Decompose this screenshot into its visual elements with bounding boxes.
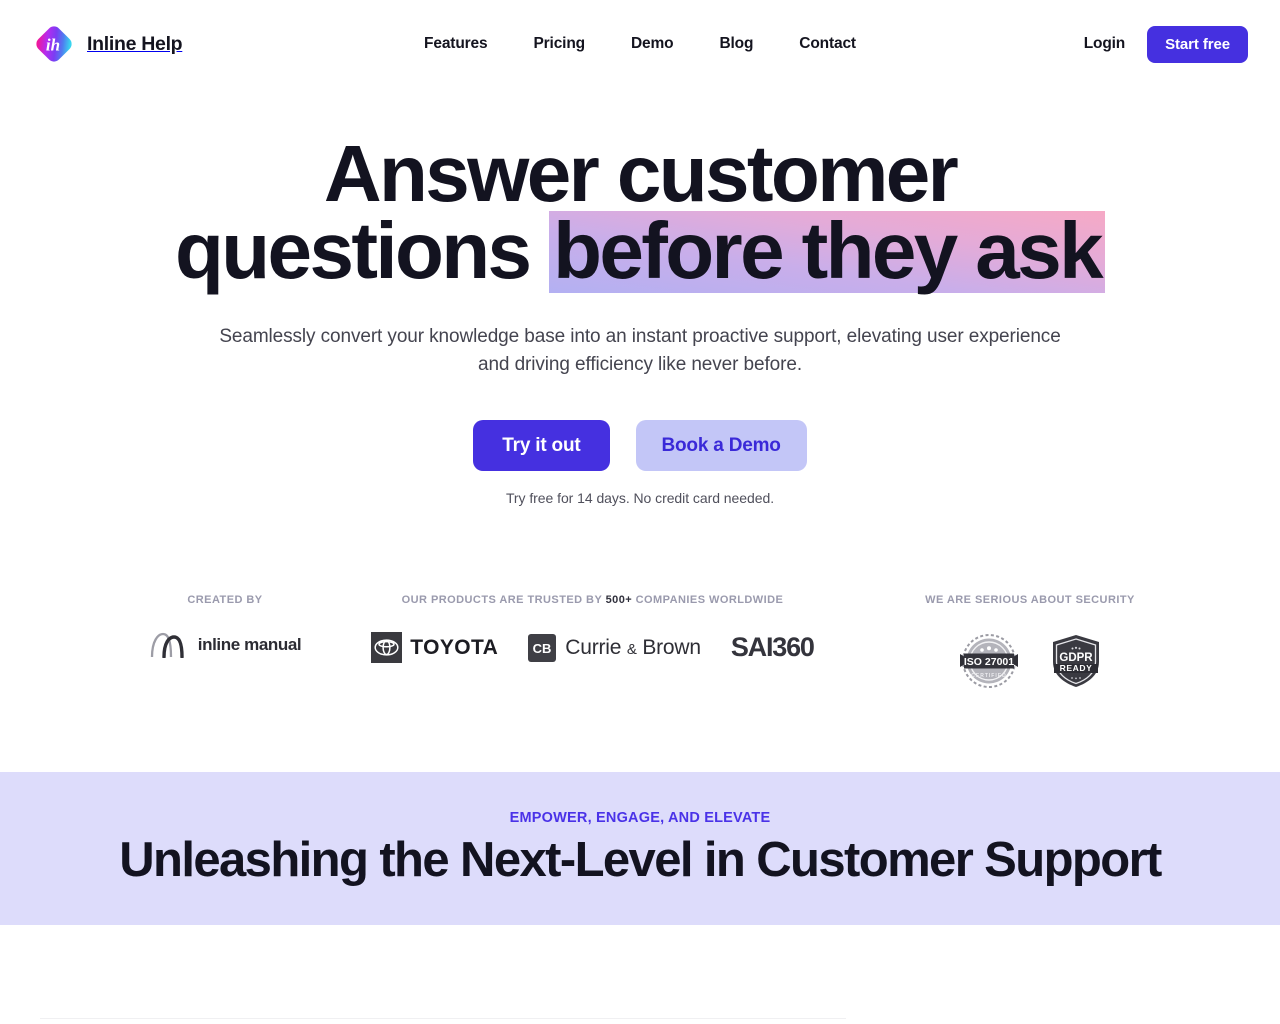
nav-item-features[interactable]: Features xyxy=(424,35,488,53)
security-badges: ISO 27001 CERTIFIED GDPR READY xyxy=(898,632,1163,695)
currie-brown-wordmark: Currie & Brown xyxy=(565,636,701,660)
inline-manual-mark-icon xyxy=(150,633,184,659)
empower-band: EMPOWER, ENGAGE, AND ELEVATE Unleashing … xyxy=(0,772,1280,925)
brand-name: Inline Help xyxy=(87,32,183,55)
hero-section: Answer customer questions before they as… xyxy=(0,88,1280,695)
trusted-by-label-pre: OUR PRODUCTS ARE TRUSTED BY xyxy=(401,594,606,607)
trusted-by-count: 500+ xyxy=(605,594,633,607)
iso-badge-title: ISO 27001 xyxy=(964,656,1014,668)
inline-manual-wordmark: inline manual xyxy=(197,635,302,655)
hero-title-line1: Answer customer xyxy=(323,129,959,218)
brand-logo[interactable]: ih Inline Help xyxy=(32,22,183,66)
page-title: Answer customer questions before they as… xyxy=(160,134,1120,296)
svg-text:ih: ih xyxy=(46,36,60,55)
band-eyebrow: EMPOWER, ENGAGE, AND ELEVATE xyxy=(509,810,771,827)
iso-27001-badge-icon: ISO 27001 CERTIFIED xyxy=(958,632,1020,695)
band-title: Unleashing the Next-Level in Customer Su… xyxy=(119,833,1162,888)
currie-brown-word1: Currie xyxy=(565,635,622,659)
created-by-group: CREATED BY inline manual xyxy=(118,594,333,659)
inline-help-logo-icon: ih xyxy=(32,22,76,66)
toyota-wordmark: TOYOTA xyxy=(410,635,499,659)
nav-item-blog[interactable]: Blog xyxy=(719,35,753,53)
trusted-by-logos: TOYOTA CB Currie & Brown SAI360 xyxy=(358,632,828,664)
sai360-logo: SAI360 xyxy=(730,632,815,663)
security-group: WE ARE SERIOUS ABOUT SECURITY ISO 27001 xyxy=(898,594,1163,695)
header-actions: Login Start free xyxy=(1084,25,1248,63)
toyota-logo: TOYOTA xyxy=(371,632,499,664)
hero-title-highlight: before they ask xyxy=(549,211,1105,294)
iso-badge-sub: CERTIFIED xyxy=(971,673,1006,679)
currie-brown-amp: & xyxy=(626,640,637,658)
logo-strip: CREATED BY inline manual OUR PRODUCTS AR… xyxy=(0,594,1280,695)
section-divider xyxy=(40,1018,846,1019)
login-link[interactable]: Login xyxy=(1084,35,1126,53)
nav-item-pricing[interactable]: Pricing xyxy=(533,35,585,53)
toyota-mark-icon xyxy=(371,632,403,664)
gdpr-badge-sub: READY xyxy=(1060,663,1093,673)
hero-subtitle: Seamlessly convert your knowledge base i… xyxy=(219,326,1061,375)
trusted-by-label-post: COMPANIES WORLDWIDE xyxy=(632,594,784,607)
currie-brown-mark-icon: CB xyxy=(528,633,557,662)
inline-manual-logo: inline manual xyxy=(149,632,302,659)
hero-trial-note: Try free for 14 days. No credit card nee… xyxy=(505,490,775,507)
start-free-button[interactable]: Start free xyxy=(1147,25,1248,63)
nav-item-contact[interactable]: Contact xyxy=(799,35,856,53)
trusted-by-label: OUR PRODUCTS ARE TRUSTED BY 500+ COMPANI… xyxy=(358,594,828,606)
nav-item-demo[interactable]: Demo xyxy=(631,35,674,53)
trusted-by-group: OUR PRODUCTS ARE TRUSTED BY 500+ COMPANI… xyxy=(358,594,828,664)
site-header: ih Inline Help Features Pricing Demo Blo… xyxy=(0,0,1280,88)
svg-text:CB: CB xyxy=(533,641,552,656)
created-by-label: CREATED BY xyxy=(187,594,263,607)
security-label: WE ARE SERIOUS ABOUT SECURITY xyxy=(925,594,1135,607)
created-by-logos: inline manual xyxy=(118,632,333,659)
book-a-demo-button[interactable]: Book a Demo xyxy=(635,420,807,472)
gdpr-ready-badge-icon: GDPR READY xyxy=(1050,633,1102,694)
try-it-out-button[interactable]: Try it out xyxy=(473,420,610,472)
currie-brown-logo: CB Currie & Brown xyxy=(528,633,701,662)
currie-brown-word2: Brown xyxy=(642,635,701,659)
hero-cta-group: Try it out Book a Demo xyxy=(0,420,1280,472)
hero-title-line2-plain: questions xyxy=(175,206,550,296)
